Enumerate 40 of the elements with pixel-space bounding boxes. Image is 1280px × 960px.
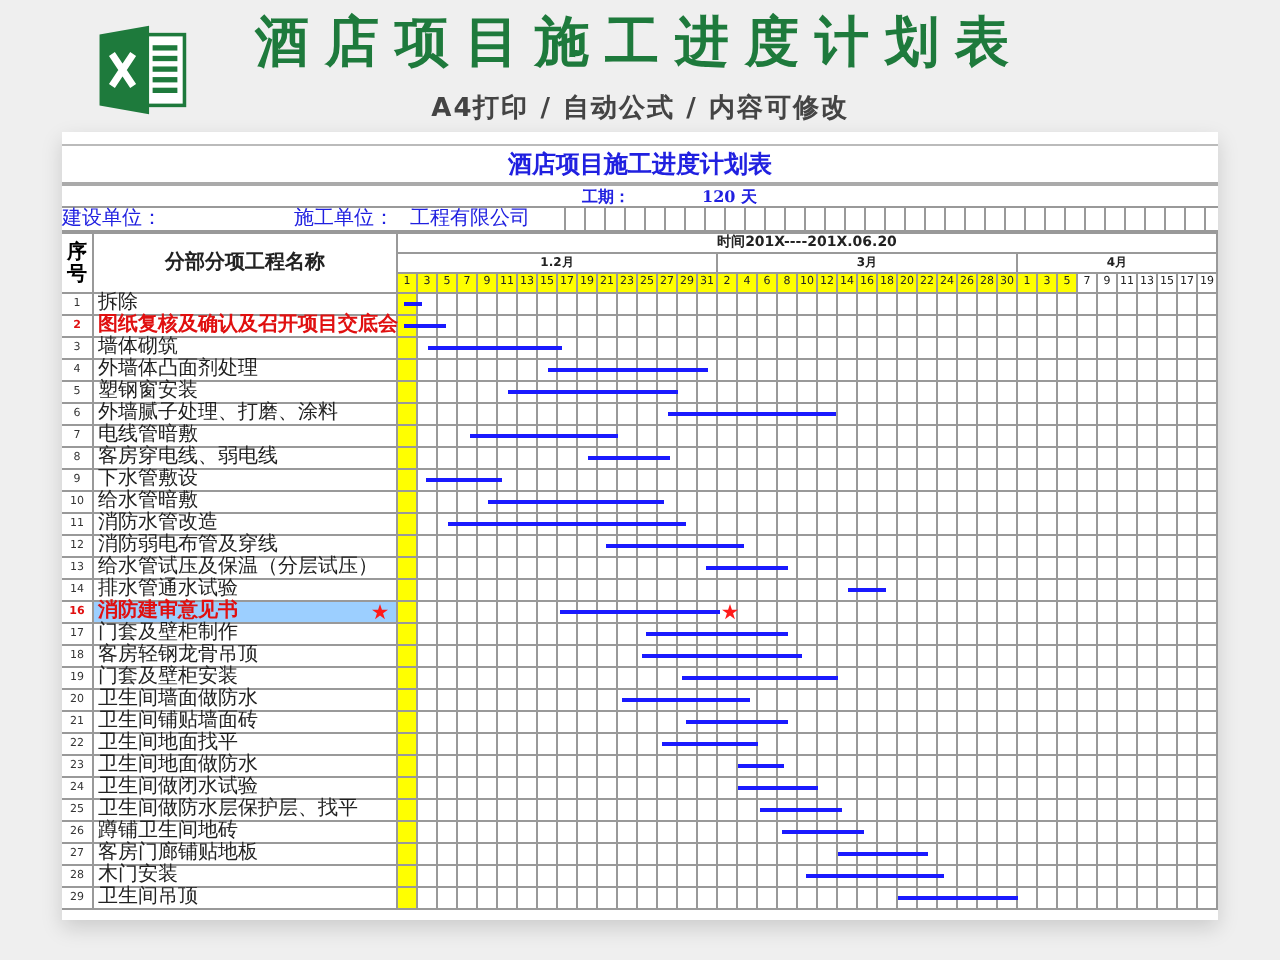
task-name-cell[interactable]: 排水管通水试验 (94, 580, 398, 600)
task-name-cell[interactable]: 外墙腻子处理、打磨、涂料 (94, 404, 398, 424)
column-header: 分部分项工程名称 (165, 253, 325, 273)
task-name-cell[interactable]: 卫生间墙面做防水 (94, 690, 398, 710)
contractor-label: 施工单位： (294, 209, 394, 229)
task-name-cell[interactable]: 给水管试压及保温（分层试压） (94, 558, 398, 578)
banner-title: 酒店项目施工进度计划表 (255, 10, 1025, 78)
task-name-cell[interactable]: 拆除 (94, 294, 398, 314)
task-name-cell[interactable]: 木门安装 (94, 866, 398, 886)
task-name-cell[interactable]: 客房轻钢龙骨吊顶 (94, 646, 398, 666)
task-name-cell[interactable]: 客房门廊铺贴地板 (94, 844, 398, 864)
task-name-cell[interactable]: 门套及壁柜安装 (94, 668, 398, 688)
task-name-cell[interactable]: 卫生间地面做防水 (94, 756, 398, 776)
task-name-cell[interactable]: 蹲铺卫生间地砖 (94, 822, 398, 842)
task-name-cell[interactable]: 消防弱电布管及穿线 (94, 536, 398, 556)
contractor-value: 工程有限公司 (410, 209, 530, 229)
duration-label: 工期： (582, 188, 630, 204)
task-name-cell[interactable]: 门套及壁柜制作 (94, 624, 398, 644)
star-icon (722, 604, 738, 620)
column-header: 序号 (67, 241, 87, 285)
duration-value: 120 天 (702, 188, 757, 204)
task-name-cell[interactable]: 卫生间铺贴墙面砖 (94, 712, 398, 732)
task-name-cell[interactable]: 卫生间做防水层保护层、找平 (94, 800, 398, 820)
task-name-cell[interactable]: 外墙体凸面剂处理 (94, 360, 398, 380)
task-name-cell[interactable]: 电线管暗敷 (94, 426, 398, 446)
spreadsheet-logo-icon (96, 24, 188, 116)
star-icon (372, 604, 388, 620)
task-name-cell[interactable]: 卫生间地面找平 (94, 734, 398, 754)
task-name-cell[interactable]: 消防水管改造 (94, 514, 398, 534)
task-name-cell[interactable]: 卫生间做闭水试验 (94, 778, 398, 798)
task-name-cell[interactable]: 给水管暗敷 (94, 492, 398, 512)
task-name-cell[interactable]: 图纸复核及确认及召开项目交底会 (94, 316, 398, 336)
task-name-cell[interactable]: 墙体砌筑 (94, 338, 398, 358)
task-name-cell[interactable]: 塑钢窗安装 (94, 382, 398, 402)
banner-subtitle: A4打印 / 自动公式 / 内容可修改 (431, 91, 849, 126)
task-name-cell[interactable]: 卫生间吊顶 (94, 888, 398, 908)
task-name-cell[interactable]: 下水管敷设 (94, 470, 398, 490)
task-name-cell[interactable]: 客房穿电线、弱电线 (94, 448, 398, 468)
sheet-title: 酒店项目施工进度计划表 (508, 152, 772, 176)
client-label: 建设单位： (62, 209, 162, 229)
